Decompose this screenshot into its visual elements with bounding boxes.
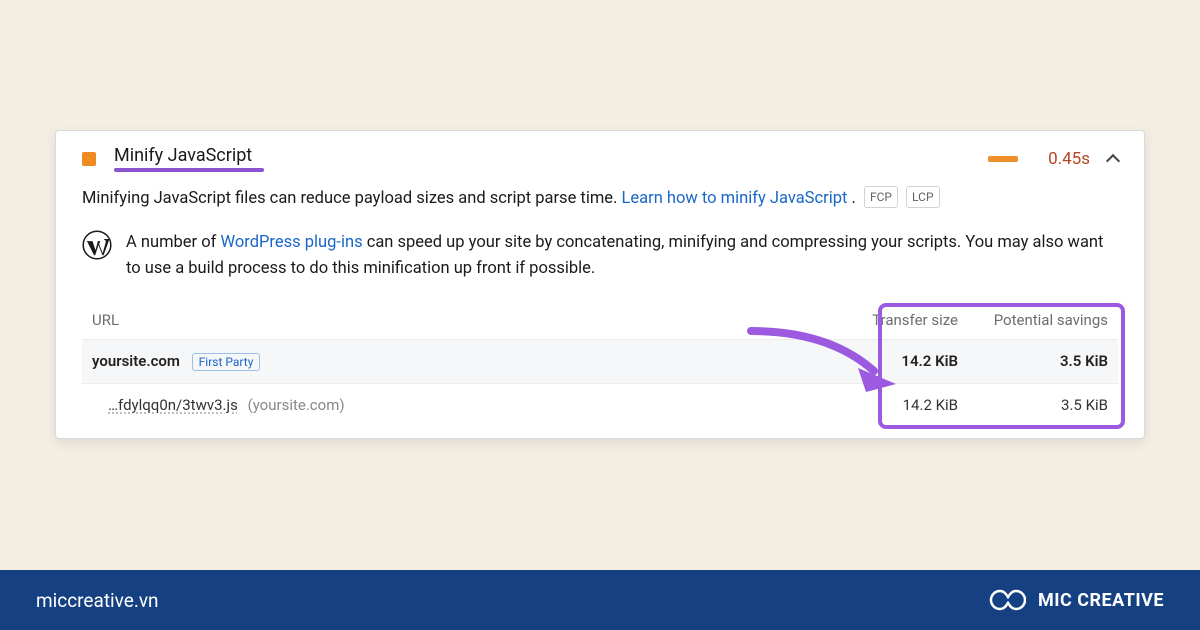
summary-host: yoursite.com	[92, 352, 180, 370]
lcp-tag: LCP	[906, 186, 939, 208]
footer-brand: MIC CREATIVE	[986, 587, 1164, 613]
row-origin: (yoursite.com)	[248, 396, 345, 414]
learn-more-link[interactable]: Learn how to minify JavaScript	[622, 189, 848, 208]
page-footer: miccreative.vn MIC CREATIVE	[0, 570, 1200, 630]
summary-transfer: 14.2 KiB	[838, 352, 958, 370]
first-party-badge: First Party	[192, 353, 261, 371]
description-text-post: .	[851, 189, 855, 208]
summary-url-cell: yoursite.com First Party	[92, 352, 838, 371]
table-header-row: URL Transfer size Potential savings	[82, 301, 1118, 339]
audit-title-wrap: Minify JavaScript	[114, 145, 264, 172]
col-transfer-size: Transfer size	[838, 311, 958, 329]
summary-savings: 3.5 KiB	[958, 352, 1108, 370]
col-potential-savings: Potential savings	[958, 311, 1108, 329]
audit-description: Minifying JavaScript files can reduce pa…	[82, 186, 1118, 212]
table-row-summary[interactable]: yoursite.com First Party 14.2 KiB 3.5 Ki…	[82, 339, 1118, 383]
audit-header[interactable]: Minify JavaScript 0.45s	[56, 131, 1144, 182]
row-savings: 3.5 KiB	[958, 396, 1108, 414]
wordpress-plugins-link[interactable]: WordPress plug-ins	[220, 233, 362, 252]
brand-logo-icon	[986, 587, 1026, 613]
highlight-underline-icon	[114, 168, 264, 172]
description-text-pre: Minifying JavaScript files can reduce pa…	[82, 189, 622, 208]
row-url-cell: …fdylqq0n/3twv3.js (yoursite.com)	[92, 396, 838, 414]
row-transfer: 14.2 KiB	[838, 396, 958, 414]
chevron-up-icon[interactable]	[1106, 153, 1120, 167]
sparkbar-icon	[988, 156, 1018, 162]
resources-table: URL Transfer size Potential savings your…	[82, 301, 1118, 426]
stack-pack-row: A number of WordPress plug-ins can speed…	[82, 230, 1118, 283]
row-path: …fdylqq0n/3twv3.js	[108, 396, 238, 414]
audit-status-icon	[82, 152, 96, 166]
stack-pack-pre: A number of	[126, 233, 220, 252]
audit-card: Minify JavaScript 0.45s Minifying JavaSc…	[55, 130, 1145, 439]
audit-timing: 0.45s	[1048, 149, 1090, 169]
fcp-tag: FCP	[864, 186, 898, 208]
col-url: URL	[92, 311, 838, 329]
audit-body: Minifying JavaScript files can reduce pa…	[56, 182, 1144, 438]
stack-pack-text: A number of WordPress plug-ins can speed…	[126, 230, 1118, 283]
audit-header-right: 0.45s	[988, 149, 1118, 169]
wordpress-icon	[82, 230, 112, 269]
footer-site-url[interactable]: miccreative.vn	[36, 589, 159, 612]
footer-brand-text: MIC CREATIVE	[1038, 590, 1164, 611]
table-row[interactable]: …fdylqq0n/3twv3.js (yoursite.com) 14.2 K…	[82, 383, 1118, 426]
audit-title: Minify JavaScript	[114, 145, 264, 166]
